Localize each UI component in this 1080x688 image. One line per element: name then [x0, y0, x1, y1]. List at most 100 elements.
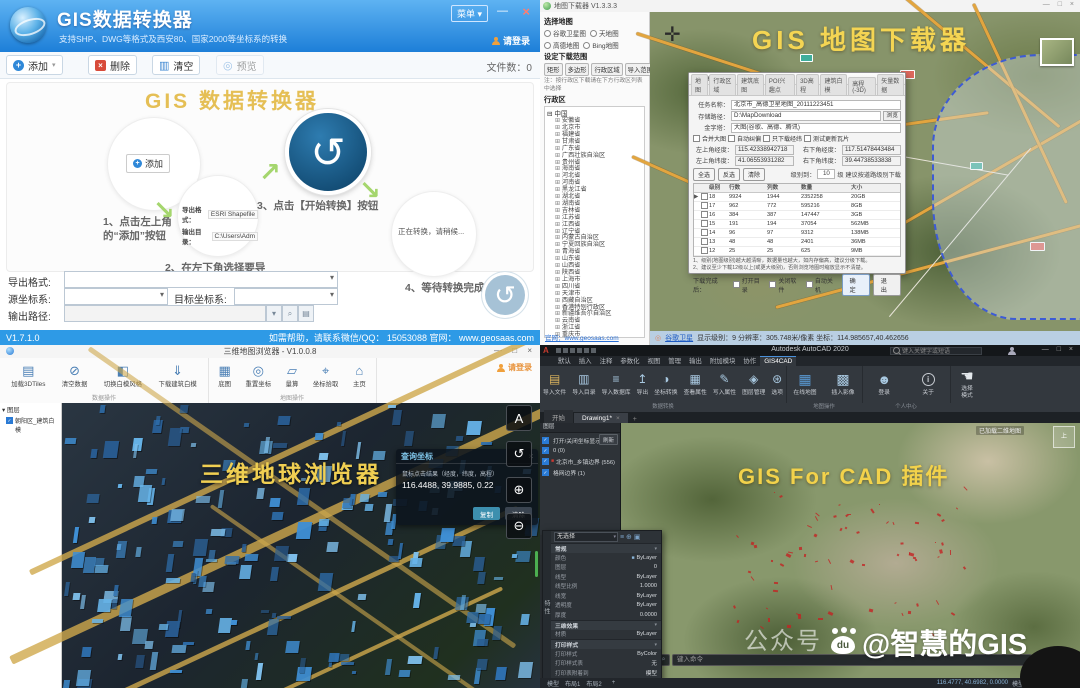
ribbon-tab[interactable]: 视图	[644, 355, 665, 366]
section-header[interactable]: 打印样式▾	[551, 639, 661, 649]
window-controls[interactable]: — □ ×	[1043, 1, 1077, 8]
delete-button[interactable]: × 删除	[88, 55, 137, 75]
ribbon-tab[interactable]: 参数化	[616, 355, 643, 366]
copy-button[interactable]: 复制	[473, 507, 500, 520]
selection-dropdown[interactable]: 无选择	[554, 532, 618, 542]
dialog-tab[interactable]: 建筑白模	[820, 74, 847, 95]
path-input[interactable]: D:\MapDownload	[731, 111, 881, 121]
layer-row[interactable]: ■ 北京市_乡镇边界 (556)	[540, 454, 620, 466]
close-button[interactable]: ×	[522, 4, 530, 19]
table-row[interactable]: 1348 482401 36MB	[694, 238, 900, 247]
overview-thumbnail[interactable]	[1040, 38, 1074, 66]
cancel-button[interactable]: 退出	[873, 274, 901, 296]
select-mode-button[interactable]: ☚ 选择 模式	[954, 368, 980, 410]
new-layout-button[interactable]: +	[609, 680, 619, 686]
property-row[interactable]: 打印样式ByColor	[551, 649, 661, 659]
dialog-checkbox[interactable]: 只下载经纬	[763, 134, 802, 143]
ribbon-button[interactable]: ⌂主页	[351, 364, 368, 388]
region-tree[interactable]: ⊟ 中国 安徽省北京市福建省甘肃省广东省广西壮族自治区贵州省海南省河北省河南省黑…	[544, 106, 645, 338]
layout-tab[interactable]: 模型	[544, 679, 562, 688]
property-row[interactable]: 打印表附着到模型	[551, 668, 661, 678]
row-checkbox[interactable]	[700, 229, 709, 237]
tl-lng-input[interactable]: 115.42338942718	[735, 145, 794, 155]
browse-button[interactable]: 浏览	[883, 111, 901, 121]
search-icon[interactable]: ⌕	[282, 305, 298, 322]
ribbon-tab[interactable]: 插入	[575, 355, 596, 366]
ribbon-button[interactable]: ⊘清空数据	[60, 364, 90, 388]
zoom-in-button[interactable]: ⊕	[506, 477, 532, 503]
row-checkbox[interactable]	[700, 256, 709, 257]
row-checkbox[interactable]	[700, 220, 709, 228]
ribbon-tab[interactable]: 管理	[664, 355, 685, 366]
login-button[interactable]: ☻登录	[876, 373, 892, 396]
ribbon-button[interactable]: ≡导入数据库	[601, 373, 632, 396]
folder-icon[interactable]: ▤	[298, 305, 314, 322]
ribbon-tab[interactable]: GIS4CAD	[760, 356, 796, 366]
ribbon-tab[interactable]: 输出	[685, 355, 706, 366]
source-crs-select[interactable]	[64, 288, 168, 305]
ribbon-button[interactable]: ⌖坐标拾取	[311, 364, 341, 388]
refresh-button[interactable]: 刷新	[599, 434, 618, 445]
ribbon-tab[interactable]: 协作	[739, 355, 760, 366]
ribbon-button[interactable]: ◎重置坐标	[244, 364, 274, 388]
map-source-radio[interactable]: Bing地图	[583, 40, 618, 50]
property-row[interactable]: 颜色■ByLayer	[551, 553, 661, 563]
select-all-button[interactable]: 全选	[693, 168, 715, 181]
ribbon-button[interactable]: ▦底图	[216, 364, 233, 388]
invert-button[interactable]: 反选	[718, 168, 740, 181]
br-lat-input[interactable]: 39.44738533838	[842, 156, 901, 166]
dialog-tab[interactable]: POI兴趣点	[765, 74, 795, 95]
table-row[interactable]: 17962 772595216 8GB	[694, 202, 900, 211]
dialog-checkbox[interactable]: 合并大图	[693, 134, 726, 143]
account-icon[interactable]	[1008, 347, 1016, 355]
ribbon-button[interactable]: ▦在线地图	[792, 373, 817, 396]
compass-button[interactable]: A	[506, 405, 532, 431]
minimize-button[interactable]: —	[497, 5, 508, 17]
menu-button[interactable]: 菜单 ▾	[451, 5, 488, 22]
close-icon[interactable]: ×	[616, 415, 620, 422]
dialog-tab[interactable]: 高程(-3D)	[848, 77, 876, 95]
property-row[interactable]: 图层0	[551, 563, 661, 573]
layout-tab[interactable]: 布局2	[583, 679, 604, 688]
ribbon-button[interactable]: ↥导出	[636, 373, 650, 396]
dialog-tab[interactable]: 矢量数据	[877, 74, 904, 95]
row-checkbox[interactable]	[700, 247, 709, 255]
after-checkbox[interactable]: 关闭软件	[769, 276, 802, 294]
dialog-tab[interactable]: 建筑底图	[737, 74, 764, 95]
row-checkbox[interactable]	[700, 193, 709, 201]
website-link[interactable]: 官网：www.geosaas.com	[545, 332, 619, 342]
range-button[interactable]: 多边形	[565, 63, 590, 76]
ribbon-button[interactable]: ◑坐标转换	[653, 373, 678, 396]
add-button[interactable]: + 添加▾	[6, 55, 63, 75]
row-checkbox[interactable]	[700, 202, 709, 210]
ribbon-button[interactable]: ▤导入文件	[542, 373, 567, 396]
map-source-link[interactable]: 谷歌卫星	[665, 333, 693, 343]
window-controls[interactable]: — □ ×	[1042, 346, 1076, 353]
br-lng-input[interactable]: 117.51478443484	[842, 145, 901, 155]
property-row[interactable]: 打印样式表无	[551, 659, 661, 669]
reset-view-button[interactable]: ↺	[506, 441, 532, 467]
target-crs-select[interactable]	[234, 288, 338, 305]
converter-titlebar[interactable]: GIS数据转换器 支持SHP、DWG等格式及西安80、国家2000等坐标系的转换…	[0, 0, 540, 52]
dialog-tab[interactable]: 行政区域	[709, 74, 736, 95]
properties-tab[interactable]: 特性	[543, 531, 551, 681]
ribbon-tab[interactable]: 默认	[554, 355, 575, 366]
scrollbar-thumb[interactable]	[535, 551, 538, 577]
range-button[interactable]: 行政区域	[591, 63, 622, 76]
table-row[interactable]: 1113 13169 2MB	[694, 256, 900, 257]
layer-tree-root[interactable]: ▾ 图层	[2, 405, 59, 414]
table-row[interactable]: ▶ 189924 19442352258 20GB	[694, 193, 900, 202]
range-button[interactable]: 矩形	[544, 63, 563, 76]
output-path-input[interactable]	[64, 305, 266, 322]
ribbon-button[interactable]: ⊛选项	[770, 373, 784, 396]
viewer-3d-canvas[interactable]: 三维地球浏览器 查询坐标 × 鼠标点击结果（经度，纬度，高程） 116.4488…	[62, 403, 540, 688]
dialog-checkbox[interactable]: 测试更新瓦片	[804, 134, 849, 143]
map-source-radio[interactable]: 高德地图	[544, 40, 579, 50]
map-source-radio[interactable]: 天地图	[590, 28, 619, 38]
level-input[interactable]: 10	[817, 169, 835, 179]
dialog-checkbox[interactable]: 自动纠偏	[728, 134, 761, 143]
section-header[interactable]: 常规▾	[551, 543, 661, 553]
map-source-radio[interactable]: 谷歌卫星图	[544, 28, 586, 38]
section-header[interactable]: 三维效果▾	[551, 620, 661, 630]
ribbon-button[interactable]: ▩插入影像	[830, 373, 855, 396]
